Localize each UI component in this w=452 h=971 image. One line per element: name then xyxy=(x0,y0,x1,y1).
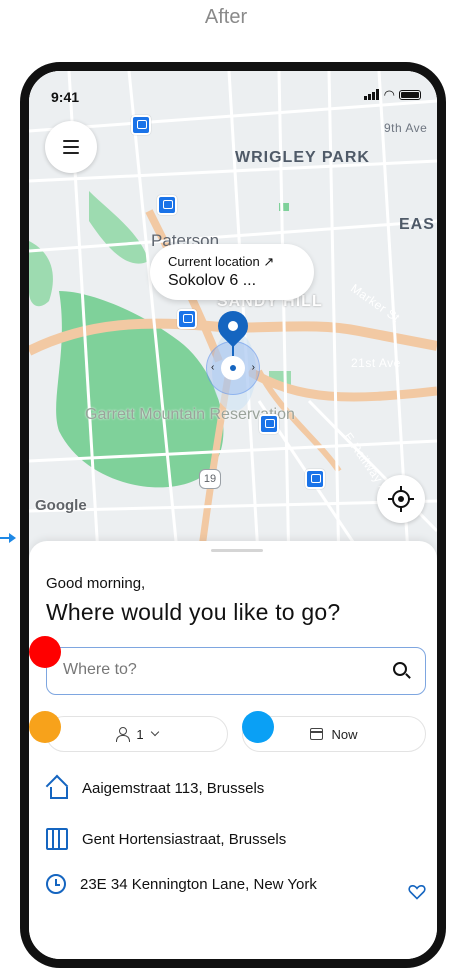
clock-icon xyxy=(46,874,66,894)
orange-marker-dot xyxy=(29,711,61,743)
status-time: 9:41 xyxy=(51,89,80,105)
time-label: Now xyxy=(331,726,358,742)
route-shield: 19 xyxy=(199,469,221,489)
callout-address: Sokolov 6 ... xyxy=(168,272,257,289)
map-view[interactable]: 9:41 ◠ WRIGLEY PARK 9th Ave EAS Paterson… xyxy=(29,71,437,571)
hamburger-line xyxy=(63,152,79,154)
bottom-sheet: Good morning, Where would you like to go… xyxy=(29,541,437,966)
recent-place-label: 23E 34 Kennington Lane, New York xyxy=(80,875,317,893)
recent-place-item[interactable]: Aaigemstraat 113, Brussels xyxy=(46,777,426,799)
page-title: Where would you like to go? xyxy=(46,599,341,625)
status-icons: ◠ xyxy=(363,87,421,102)
search-input[interactable] xyxy=(63,661,363,679)
transit-stop-icon[interactable] xyxy=(177,309,197,329)
home-icon xyxy=(46,777,68,799)
battery-icon xyxy=(399,89,421,100)
map-label-9th-ave: 9th Ave xyxy=(384,121,428,135)
map-label-21st-ave: 21st Ave xyxy=(351,356,401,370)
building-icon xyxy=(46,828,68,850)
chevron-down-icon xyxy=(150,727,159,737)
current-location-callout[interactable]: Current location ↗ Sokolov 6 ... xyxy=(150,244,314,300)
passenger-count: 1 xyxy=(136,726,144,742)
recent-place-item[interactable]: 23E 34 Kennington Lane, New York xyxy=(46,874,426,900)
crosshair-tick xyxy=(400,507,402,512)
chevron-left-icon: ‹ xyxy=(211,362,215,373)
search-icon[interactable] xyxy=(393,662,407,676)
map-label-wrigley-park: WRIGLEY PARK xyxy=(235,149,370,166)
crosshair-dot xyxy=(398,496,404,502)
locate-me-button[interactable] xyxy=(377,475,425,523)
annotation-arrow xyxy=(0,533,16,543)
location-dot xyxy=(230,365,236,371)
chevron-right-icon: › xyxy=(251,362,255,373)
blue-marker-dot xyxy=(242,711,274,743)
person-icon xyxy=(116,727,131,742)
transit-stop-icon[interactable] xyxy=(131,115,151,135)
red-marker-dot xyxy=(29,636,61,668)
signal-icon xyxy=(363,89,380,100)
wifi-icon: ◠ xyxy=(383,87,395,102)
crosshair-tick xyxy=(400,486,402,491)
crosshair-tick xyxy=(409,498,414,500)
calendar-icon xyxy=(310,728,324,740)
crosshair-tick xyxy=(388,498,393,500)
transit-stop-icon[interactable] xyxy=(157,195,177,215)
hamburger-icon xyxy=(63,140,79,142)
home-indicator[interactable] xyxy=(163,961,303,966)
recent-place-label: Aaigemstraat 113, Brussels xyxy=(82,779,265,797)
google-logo: Google xyxy=(35,497,87,514)
menu-button[interactable] xyxy=(45,121,97,173)
transit-stop-icon[interactable] xyxy=(305,469,325,489)
recent-place-item[interactable]: Gent Hortensiastraat, Brussels xyxy=(46,828,426,850)
phone-frame: 9:41 ◠ WRIGLEY PARK 9th Ave EAS Paterson… xyxy=(20,62,446,968)
caption-after: After xyxy=(204,6,248,28)
heart-icon[interactable] xyxy=(408,884,426,900)
transit-stop-icon[interactable] xyxy=(259,414,279,434)
hamburger-line xyxy=(63,146,79,148)
location-dot-ring xyxy=(221,356,245,380)
sheet-drag-handle[interactable] xyxy=(211,549,263,552)
map-label-east: EAS xyxy=(399,216,435,233)
search-field[interactable] xyxy=(46,647,426,695)
recent-place-label: Gent Hortensiastraat, Brussels xyxy=(82,830,287,848)
callout-title: Current location ↗ xyxy=(168,254,275,269)
passenger-selector[interactable]: 1 xyxy=(46,716,228,752)
greeting-text: Good morning, xyxy=(46,575,146,592)
